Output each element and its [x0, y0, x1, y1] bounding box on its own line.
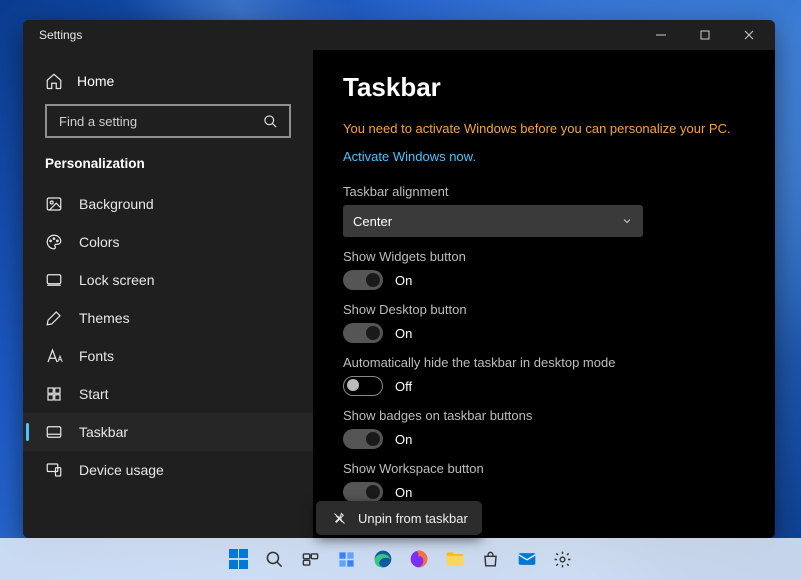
fonts-icon [45, 347, 63, 365]
start-icon [45, 385, 63, 403]
close-button[interactable] [727, 20, 771, 50]
taskbar-alignment-select[interactable]: Center [343, 205, 643, 237]
context-menu-label: Unpin from taskbar [358, 511, 468, 526]
toggle-state: On [395, 485, 412, 500]
settings-icon[interactable] [548, 544, 578, 574]
setting-automatically-hide-the-taskbar-in-desktop-mode: Automatically hide the taskbar in deskto… [343, 355, 745, 396]
setting-show-workspace-button: Show Workspace button On [343, 461, 745, 502]
titlebar: Settings [23, 20, 775, 50]
toggle-switch[interactable] [343, 270, 383, 290]
toggle-state: On [395, 432, 412, 447]
search-icon [261, 112, 279, 130]
lockscreen-icon [45, 271, 63, 289]
file-explorer-icon[interactable] [440, 544, 470, 574]
nav-home[interactable]: Home [23, 64, 313, 104]
widgets-icon[interactable] [332, 544, 362, 574]
settings-list: Taskbar alignment Center Show Widgets butt… [343, 184, 745, 502]
sidebar-item-label: Device usage [79, 462, 164, 478]
edge-icon[interactable] [368, 544, 398, 574]
sidebar-item-background[interactable]: Background [23, 185, 313, 223]
window-title: Settings [39, 28, 639, 42]
main-content: Taskbar You need to activate Windows bef… [313, 50, 775, 538]
search-input[interactable] [59, 114, 261, 129]
home-icon [45, 72, 63, 90]
nav-home-label: Home [77, 73, 114, 89]
search-box[interactable] [45, 104, 291, 138]
toggle-switch[interactable] [343, 482, 383, 502]
sidebar-item-device-usage[interactable]: Device usage [23, 451, 313, 489]
activate-link[interactable]: Activate Windows now. [343, 149, 476, 164]
firefox-icon[interactable] [404, 544, 434, 574]
toggle-switch[interactable] [343, 429, 383, 449]
sidebar-item-colors[interactable]: Colors [23, 223, 313, 261]
activation-warning: You need to activate Windows before you … [343, 121, 745, 136]
breadcrumb: Personalization [23, 152, 313, 185]
mail-icon[interactable] [512, 544, 542, 574]
store-icon[interactable] [476, 544, 506, 574]
chevron-down-icon [621, 215, 633, 227]
minimize-button[interactable] [639, 20, 683, 50]
page-title: Taskbar [343, 72, 745, 103]
toggle-switch[interactable] [343, 323, 383, 343]
setting-label: Show badges on taskbar buttons [343, 408, 745, 423]
setting-show-desktop-button: Show Desktop button On [343, 302, 745, 343]
sidebar-item-themes[interactable]: Themes [23, 299, 313, 337]
sidebar-item-taskbar[interactable]: Taskbar [23, 413, 313, 451]
context-menu-unpin[interactable]: Unpin from taskbar [316, 501, 482, 535]
setting-label: Show Desktop button [343, 302, 745, 317]
task-view-icon[interactable] [296, 544, 326, 574]
device-icon [45, 461, 63, 479]
windows-start-icon[interactable] [224, 544, 254, 574]
search-icon[interactable] [260, 544, 290, 574]
window-body: Home Personalization Background Colors Loc… [23, 50, 775, 538]
toggle-state: On [395, 273, 412, 288]
sidebar-item-label: Lock screen [79, 272, 154, 288]
sidebar-item-label: Start [79, 386, 109, 402]
setting-label: Taskbar alignment [343, 184, 745, 199]
toggle-state: On [395, 326, 412, 341]
palette-icon [45, 233, 63, 251]
taskbar [0, 538, 801, 580]
unpin-icon [330, 509, 348, 527]
nav-list: Background Colors Lock screen Themes Fonts St… [23, 185, 313, 538]
setting-label: Automatically hide the taskbar in deskto… [343, 355, 745, 370]
setting-show-widgets-button: Show Widgets button On [343, 249, 745, 290]
setting-label: Show Widgets button [343, 249, 745, 264]
sidebar: Home Personalization Background Colors Loc… [23, 50, 313, 538]
sidebar-item-fonts[interactable]: Fonts [23, 337, 313, 375]
sidebar-item-label: Themes [79, 310, 130, 326]
select-value: Center [353, 214, 392, 229]
toggle-state: Off [395, 379, 412, 394]
sidebar-item-label: Background [79, 196, 154, 212]
sidebar-item-label: Taskbar [79, 424, 128, 440]
sidebar-item-lock-screen[interactable]: Lock screen [23, 261, 313, 299]
setting-label: Show Workspace button [343, 461, 745, 476]
taskbar-icon [45, 423, 63, 441]
maximize-button[interactable] [683, 20, 727, 50]
brush-icon [45, 309, 63, 327]
setting-taskbar-alignment: Taskbar alignment Center [343, 184, 745, 237]
toggle-switch[interactable] [343, 376, 383, 396]
settings-window: Settings Home Personalization Background… [23, 20, 775, 538]
setting-show-badges-on-taskbar-buttons: Show badges on taskbar buttons On [343, 408, 745, 449]
sidebar-item-label: Colors [79, 234, 119, 250]
image-icon [45, 195, 63, 213]
sidebar-item-label: Fonts [79, 348, 114, 364]
sidebar-item-start[interactable]: Start [23, 375, 313, 413]
